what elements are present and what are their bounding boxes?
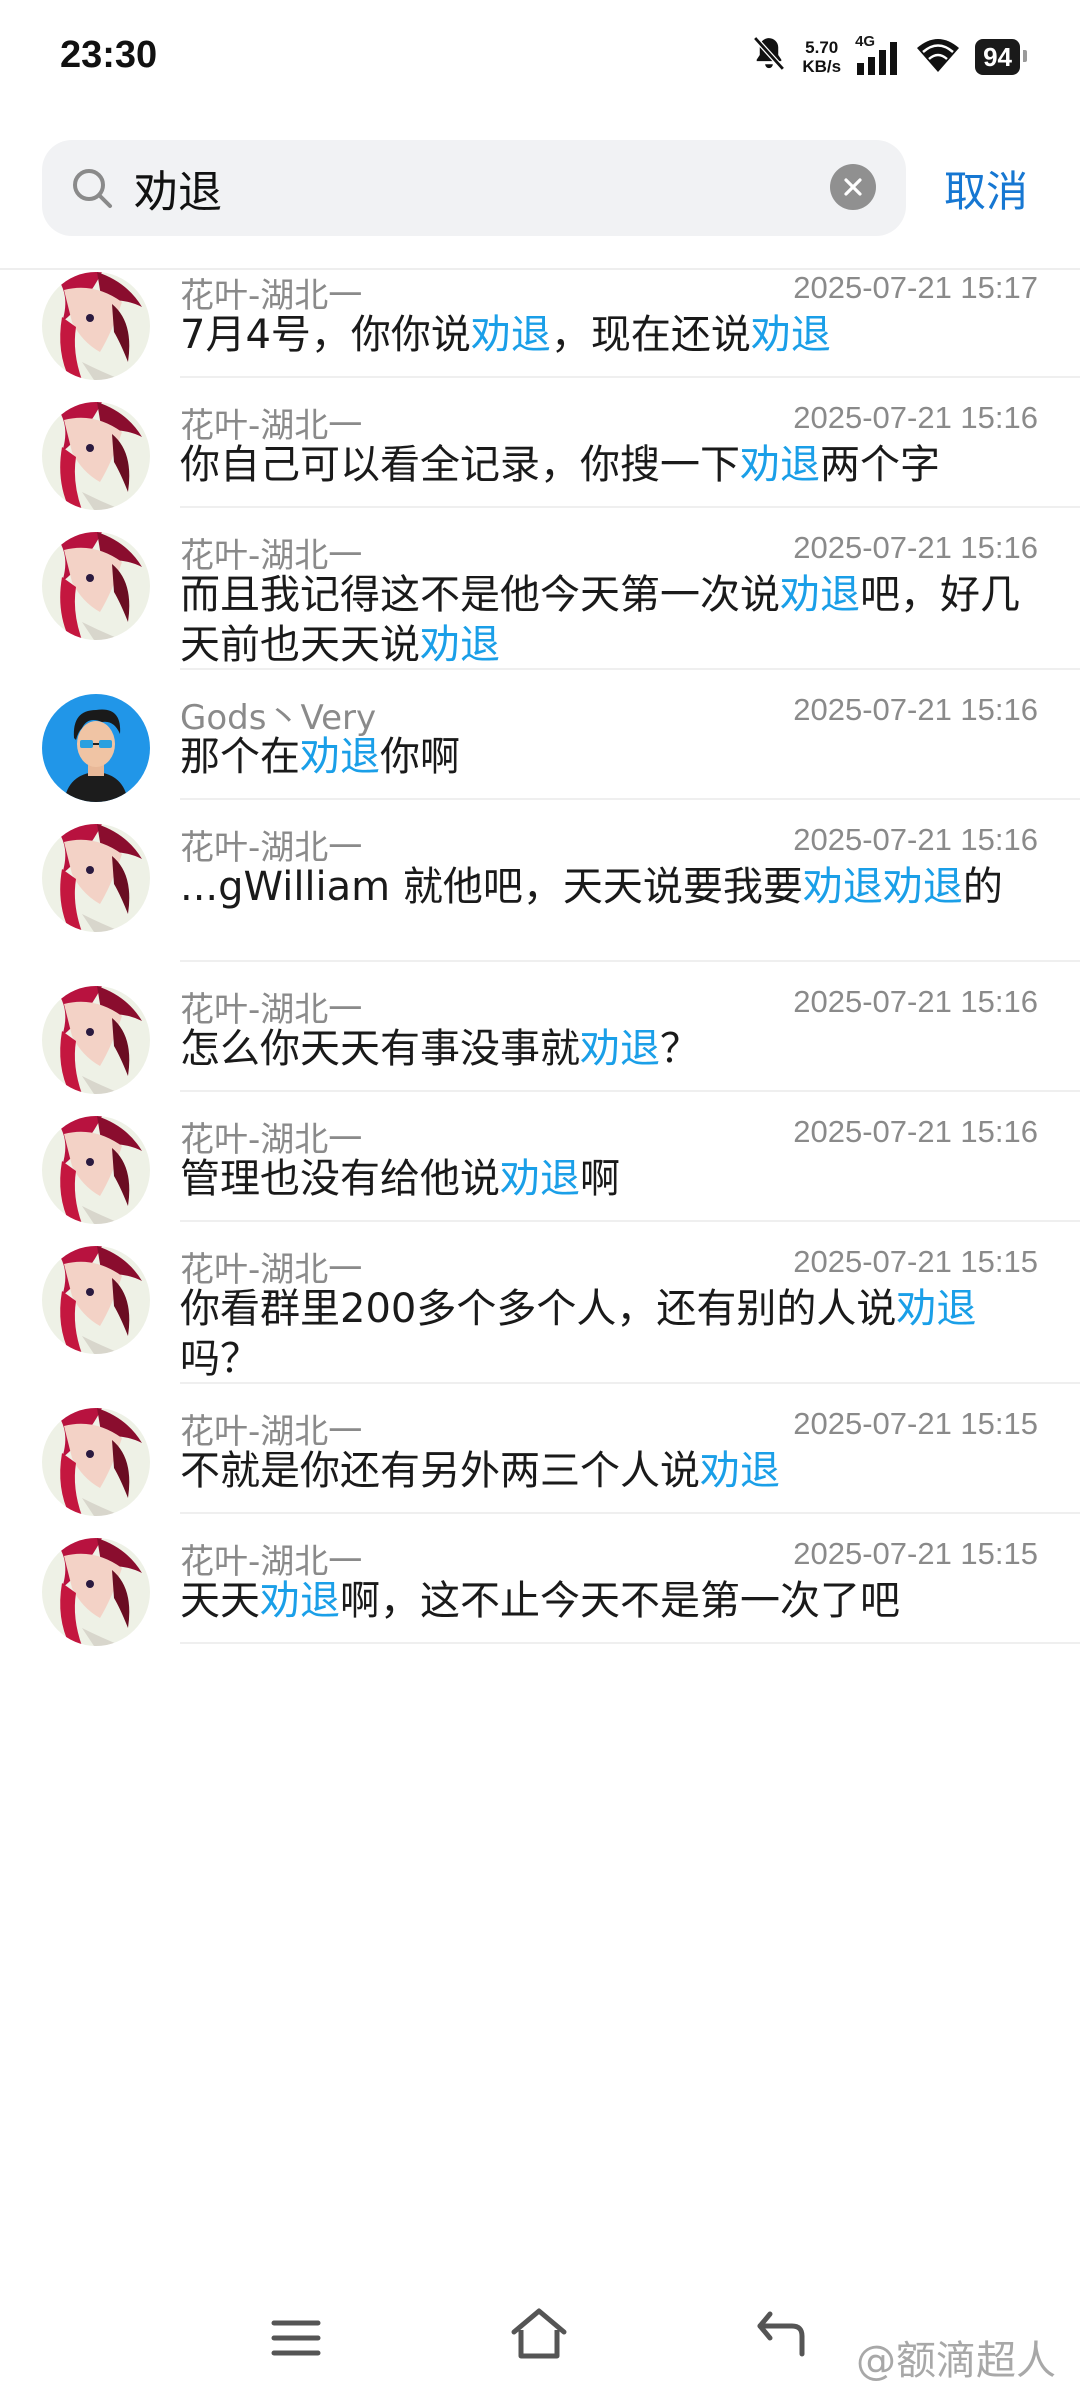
keyword-highlight: 劝退 [780,572,860,618]
keyword-highlight: 劝退 [750,312,831,358]
item-divider [180,1642,1080,1644]
anime-avatar[interactable] [42,402,150,510]
search-box[interactable] [42,140,906,236]
message-time: 2025-07-21 15:15 [793,1536,1038,1571]
anime-avatar[interactable] [42,272,150,380]
message-time: 2025-07-21 15:16 [793,984,1038,1019]
search-input[interactable] [134,154,834,222]
message-text: 7月4号，你你说劝退，现在还说劝退 [180,310,1040,360]
message-fragment: 啊 [580,1156,620,1202]
message-fragment: ，现在还说 [550,312,751,358]
keyword-highlight: 劝退 [500,1156,580,1202]
wifi-icon [915,36,961,78]
keyword-highlight: 劝退 [580,1026,660,1072]
search-result-item[interactable]: 花叶-湖北一 2025-07-21 15:16 ...gWilliam 就他吧，天天… [0,800,1080,962]
message-text: 天天劝退啊，这不止今天不是第一次了吧 [180,1576,1040,1626]
message-time: 2025-07-21 15:15 [793,1244,1038,1279]
message-text: 你看群里200多个多个人，还有别的人说劝退吗？ [180,1284,1040,1384]
anime-avatar[interactable] [42,824,150,932]
message-fragment: 怎么你天天有事没事就 [180,1026,580,1072]
message-time: 2025-07-21 15:15 [793,1406,1038,1441]
keyword-highlight: 劝退 [420,622,500,668]
bell-off-icon [750,35,788,79]
message-text: 管理也没有给他说劝退啊 [180,1154,1040,1204]
keyword-highlight: 劝退 [740,442,820,488]
message-time: 2025-07-21 15:16 [793,692,1038,727]
message-time: 2025-07-21 15:16 [793,822,1038,857]
message-time: 2025-07-21 15:17 [793,270,1038,305]
anime-avatar[interactable] [42,1408,150,1516]
home-icon[interactable] [508,2306,570,2362]
search-result-item[interactable]: 花叶-湖北一 2025-07-21 15:15 不就是你还有另外两三个人说劝退 [0,1384,1080,1516]
search-icon [68,164,116,212]
status-bar: 23:30 5.70 KB/s 4G 94 [0,0,1080,118]
keyword-highlight: 劝退 [470,312,551,358]
anime-avatar[interactable] [42,986,150,1094]
cancel-button[interactable]: 取消 [944,158,1028,219]
anime-avatar[interactable] [42,532,150,640]
message-fragment: 啊，这不止今天不是第一次了吧 [340,1578,900,1624]
cartoon-man-avatar[interactable] [42,694,150,802]
net-speed: 5.70 KB/s [802,38,841,76]
anime-avatar[interactable] [42,1246,150,1354]
keyword-highlight: 劝退 [300,734,380,780]
message-fragment: 那个在 [180,734,300,780]
status-indicators: 5.70 KB/s 4G 94 [750,32,1027,82]
message-time: 2025-07-21 15:16 [793,400,1038,435]
status-time: 23:30 [60,34,158,76]
message-fragment: 两个字 [820,442,940,488]
search-result-item[interactable]: 花叶-湖北一 2025-07-21 15:15 你看群里200多个多个人，还有别的人… [0,1222,1080,1384]
message-text: 而且我记得这不是他今天第一次说劝退吧，好几天前也天天说劝退 [180,570,1040,670]
message-text: 那个在劝退你啊 [180,732,1040,782]
signal-icon: 4G [855,33,901,77]
message-fragment: 你啊 [380,734,460,780]
message-time: 2025-07-21 15:16 [793,1114,1038,1149]
search-result-item[interactable]: 花叶-湖北一 2025-07-21 15:16 而且我记得这不是他今天第一次说劝退吧… [0,508,1080,670]
message-text: ...gWilliam 就他吧，天天说要我要劝退劝退的 [180,862,1040,912]
search-result-item[interactable]: 花叶-湖北一 2025-07-21 15:16 管理也没有给他说劝退啊 [0,1092,1080,1224]
anime-avatar[interactable] [42,1538,150,1646]
search-result-item[interactable]: 花叶-湖北一 2025-07-21 15:16 你自己可以看全记录，你搜一下劝退两个… [0,378,1080,510]
net-speed-value: 5.70 [805,38,839,57]
keyword-highlight: 劝退 [896,1286,977,1332]
message-fragment: 管理也没有给他说 [180,1156,500,1202]
message-fragment: 你看群里200多个多个人，还有别的人说 [180,1286,897,1332]
search-result-item[interactable]: 花叶-湖北一 2025-07-21 15:15 天天劝退啊，这不止今天不是第一次了吧 [0,1514,1080,1646]
search-result-item[interactable]: Gods丶Very 2025-07-21 15:16 那个在劝退你啊 [0,670,1080,802]
keyword-highlight: 劝退 [260,1578,340,1624]
message-time: 2025-07-21 15:16 [793,530,1038,565]
message-fragment: 不就是你还有另外两三个人说 [180,1448,700,1494]
message-text: 不就是你还有另外两三个人说劝退 [180,1446,1040,1496]
menu-icon[interactable] [270,2318,322,2358]
clear-icon[interactable] [830,164,876,210]
message-fragment: ？ [660,1026,700,1072]
message-fragment: 而且我记得这不是他今天第一次说 [180,572,780,618]
search-result-item[interactable]: 花叶-湖北一 2025-07-21 15:17 7月4号，你你说劝退，现在还说劝退 [0,262,1080,380]
message-fragment: 的 [962,864,1003,910]
search-row: 取消 [0,140,1080,240]
anime-avatar[interactable] [42,1116,150,1224]
back-icon[interactable] [752,2306,808,2362]
search-result-item[interactable]: 花叶-湖北一 2025-07-21 15:16 怎么你天天有事没事就劝退？ [0,962,1080,1094]
message-fragment: ...gWilliam 就他吧，天天说要我要 [180,864,803,910]
message-fragment: 你自己可以看全记录，你搜一下 [180,442,740,488]
search-results-list[interactable]: 花叶-湖北一 2025-07-21 15:17 7月4号，你你说劝退，现在还说劝退 … [0,262,1080,2272]
net-speed-unit: KB/s [802,57,842,76]
message-text: 怎么你天天有事没事就劝退？ [180,1024,1040,1074]
message-fragment: 吗？ [180,1336,260,1382]
message-fragment: 天天 [180,1578,260,1624]
battery-icon: 94 [975,39,1027,75]
keyword-highlight: 劝退 [700,1448,780,1494]
message-text: 你自己可以看全记录，你搜一下劝退两个字 [180,440,1040,490]
navigation-bar: @额滴超人 [0,2270,1080,2400]
message-fragment: 7月4号，你你说 [180,312,471,358]
watermark: @额滴超人 [856,2338,1056,2384]
keyword-highlight: 劝退劝退 [802,864,963,910]
